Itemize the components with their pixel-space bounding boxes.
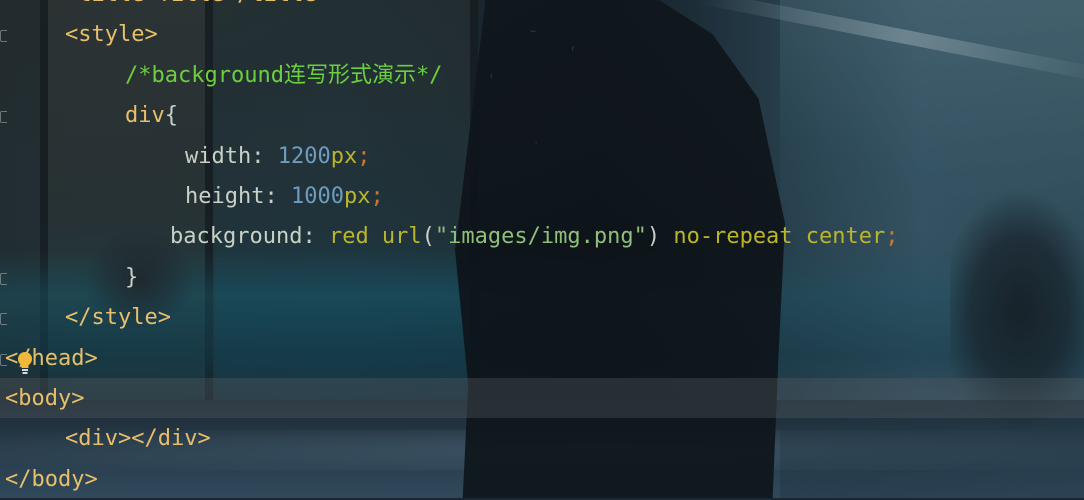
- fold-marker-icon[interactable]: [0, 272, 7, 285]
- code-token: </body>: [5, 466, 98, 492]
- code-token: red url: [328, 224, 422, 250]
- fold-marker-icon[interactable]: [0, 111, 7, 124]
- code-token: {: [164, 103, 178, 129]
- code-token: <body>: [5, 386, 85, 411]
- code-line[interactable]: /*background连写形式演示*/: [125, 56, 442, 96]
- code-token: width:: [185, 143, 278, 169]
- code-token: px: [343, 184, 371, 209]
- code-line[interactable]: div{: [125, 96, 178, 136]
- code-token: 1200: [277, 143, 331, 169]
- code-line[interactable]: <div></div>: [65, 419, 211, 459]
- code-line[interactable]: }: [125, 258, 138, 298]
- code-token: background:: [170, 224, 329, 250]
- code-token: 1000: [290, 184, 344, 209]
- code-line[interactable]: </body>: [5, 460, 98, 500]
- fold-marker-icon[interactable]: [0, 30, 7, 43]
- code-token: (: [421, 224, 435, 250]
- code-line[interactable]: <body>: [5, 379, 84, 419]
- code-token: ;: [370, 184, 384, 209]
- code-line[interactable]: width: 1200 px;: [185, 137, 370, 177]
- code-token: height:: [185, 184, 291, 209]
- code-token: no-repeat center: [673, 224, 886, 250]
- code-token: ;: [357, 143, 371, 169]
- code-token: div: [125, 103, 165, 129]
- code-line[interactable]: </style>: [65, 298, 171, 338]
- code-token: ;: [885, 224, 899, 250]
- code-token: "images/img.png": [434, 224, 647, 250]
- code-token: <title>Title</title>: [65, 0, 330, 15]
- code-line[interactable]: <title>Title</title>: [65, 0, 330, 15]
- current-line-highlight: [0, 378, 1084, 418]
- code-token: ): [646, 224, 661, 250]
- fold-marker-icon[interactable]: [0, 313, 7, 326]
- code-line[interactable]: background: red url("images/img.png") no…: [170, 217, 899, 257]
- lightbulb-icon[interactable]: [15, 348, 35, 378]
- code-token: }: [125, 264, 139, 290]
- code-token: </style>: [65, 305, 171, 331]
- code-token: <div></div>: [65, 426, 211, 452]
- code-token: px: [330, 143, 358, 169]
- code-editor[interactable]: <title>Title</title> <style> /*background连…: [0, 0, 1084, 498]
- code-line[interactable]: <style>: [65, 15, 158, 55]
- code-token: /*background连写形式演示*/: [125, 62, 443, 88]
- code-token: <style>: [65, 22, 158, 48]
- code-line[interactable]: height: 1000 px;: [185, 177, 384, 217]
